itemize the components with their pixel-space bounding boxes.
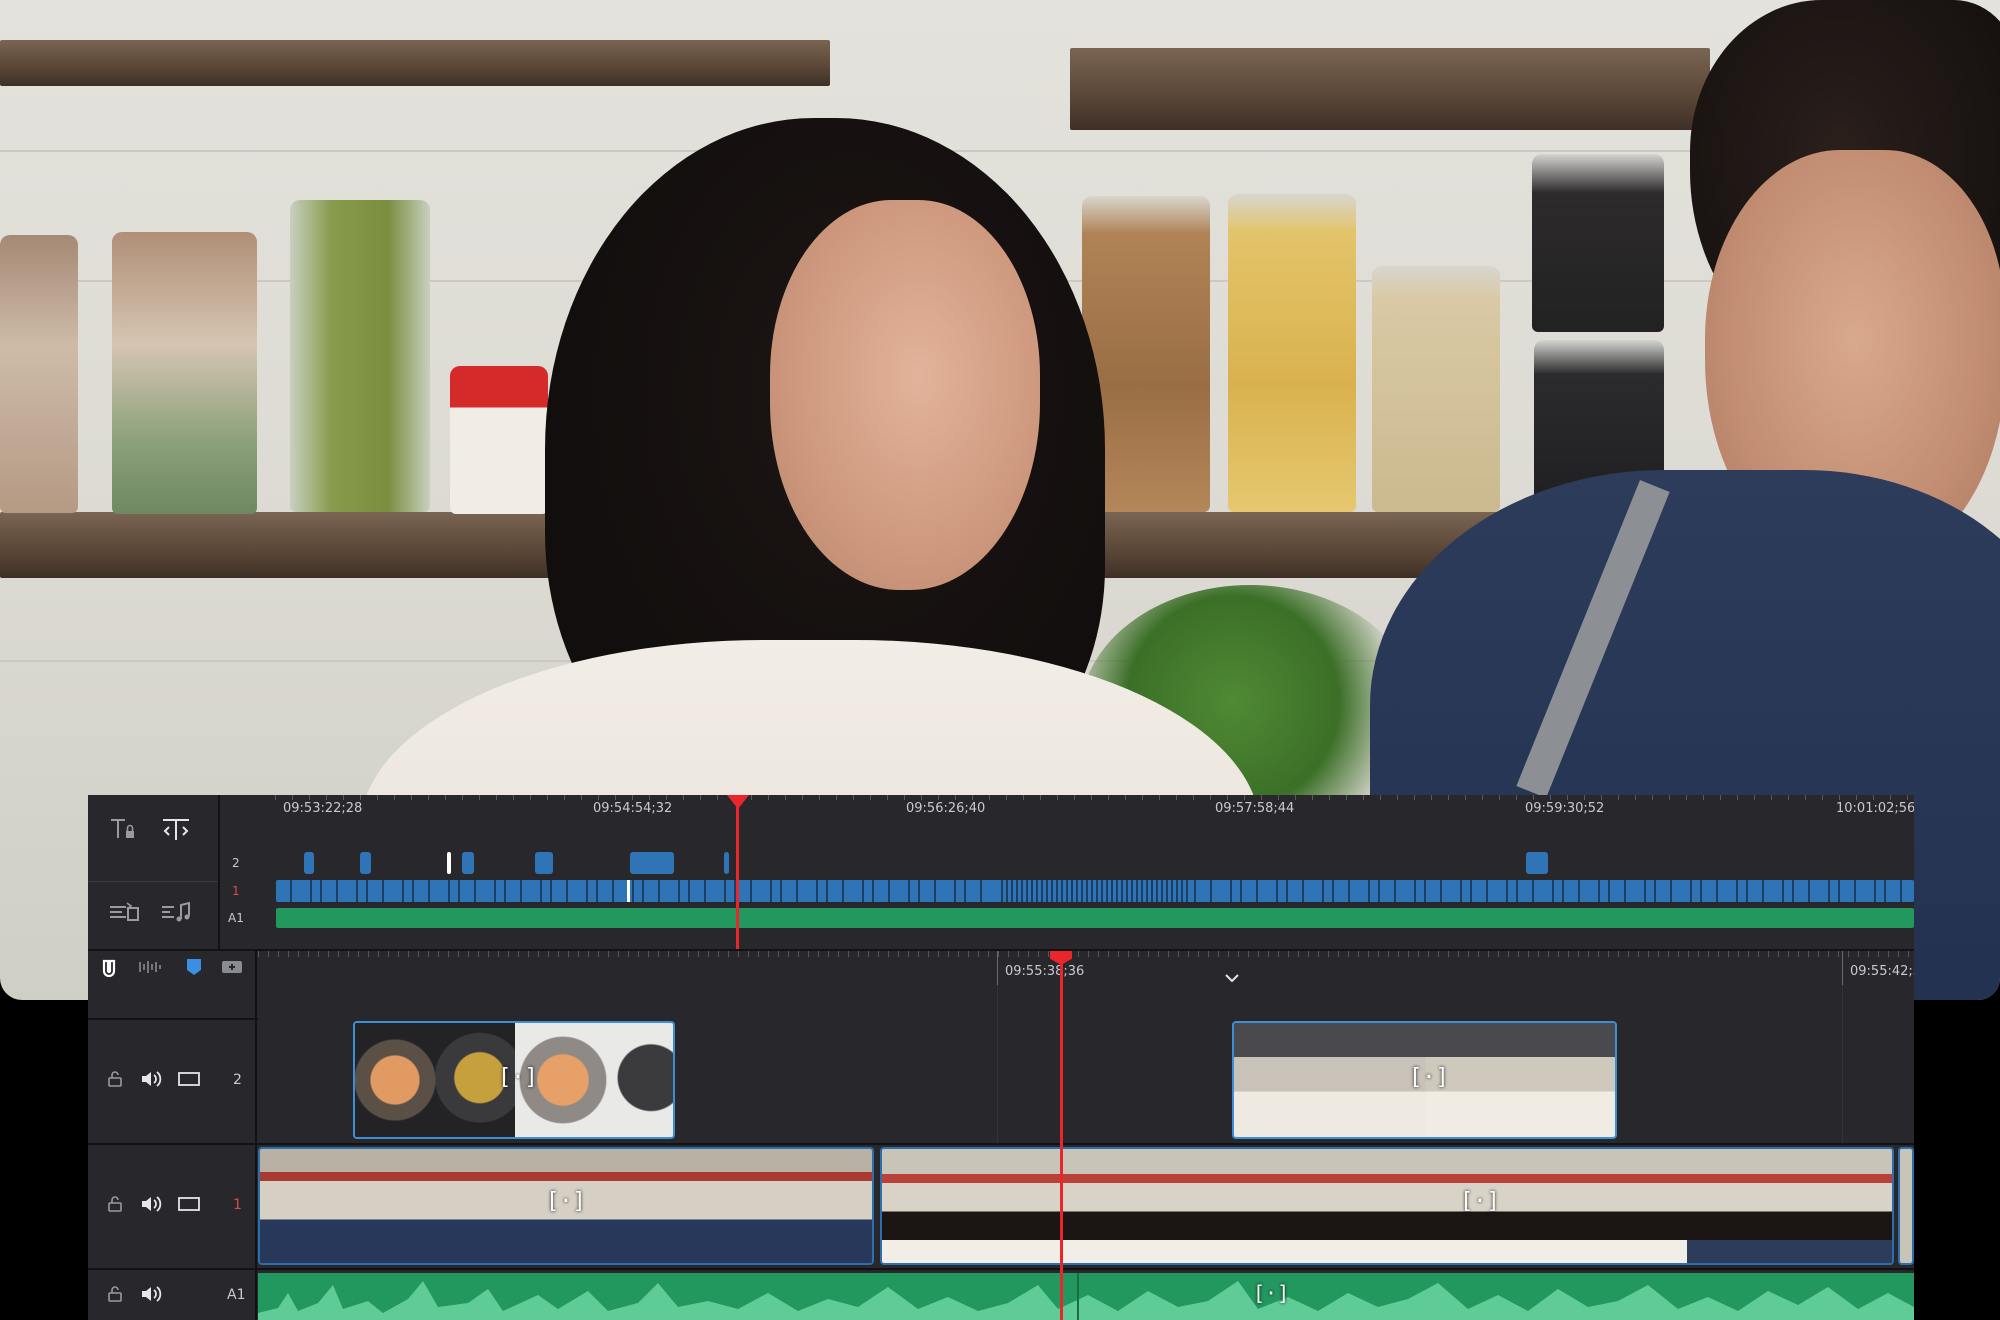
marker-icon[interactable] [182, 955, 206, 979]
insert-track-icon[interactable] [106, 897, 142, 927]
mini-clip-v2[interactable] [447, 852, 451, 874]
mini-track-a1[interactable] [276, 908, 1914, 928]
can [450, 366, 548, 514]
mini-clip-v2[interactable] [630, 852, 674, 874]
clip-thumbnail [515, 1023, 673, 1137]
mini-track-label: 2 [232, 856, 240, 870]
mini-clip-v2[interactable] [304, 852, 314, 874]
audio-clip-a1[interactable]: [·] [258, 1273, 1914, 1320]
mini-ruler-timecode: 09:53:22;28 [283, 801, 363, 816]
ruler-major-tick [997, 951, 998, 985]
mini-clip-v2[interactable] [1526, 852, 1548, 874]
timeline-grid-line [997, 985, 998, 1143]
add-track-icon[interactable] [218, 955, 246, 979]
speaker-icon[interactable] [138, 1067, 164, 1091]
shelf [0, 40, 830, 86]
split-clip-icon[interactable] [158, 815, 194, 845]
clip-thumbnail [510, 1149, 715, 1263]
clip-thumbnail [260, 1149, 510, 1263]
clip-thumbnail [1062, 1149, 1272, 1263]
clip-thumbnail [355, 1023, 515, 1137]
mini-playhead[interactable] [736, 795, 739, 949]
audio-waveform [258, 1281, 1914, 1320]
jar [112, 232, 257, 514]
mini-track-label: 1 [232, 884, 240, 898]
mini-track-v1-marker [627, 880, 630, 902]
mini-clip-v2[interactable] [462, 852, 474, 874]
video-clip-v1[interactable] [1898, 1147, 1914, 1265]
shelf [1070, 48, 1710, 130]
clip-thumbnail [1472, 1149, 1687, 1263]
mini-ruler-timecode: 09:54:54;32 [593, 801, 673, 816]
speaker-icon[interactable] [138, 1282, 164, 1306]
ruler-major-tick [1842, 951, 1843, 985]
jar [290, 200, 430, 512]
snapping-icon[interactable] [96, 955, 122, 979]
clip-thumbnail [1272, 1149, 1472, 1263]
jar [1228, 194, 1356, 512]
video-clip-v1[interactable]: [·] [880, 1147, 1894, 1265]
mini-ruler-timecode: 10:01:02;56 [1836, 801, 1914, 816]
transition-icon[interactable]: [·] [1460, 1189, 1500, 1214]
mini-track-label: A1 [228, 911, 244, 925]
audio-insert-icon[interactable] [158, 897, 194, 927]
main-ruler-timecode: 09:55:38;36 [1005, 964, 1085, 979]
shelf [0, 512, 620, 578]
clip-thumbnail [1687, 1149, 1892, 1263]
playhead[interactable] [1060, 951, 1063, 1320]
clip-thumbnail [1426, 1023, 1615, 1137]
clip-thumbnail [715, 1149, 872, 1263]
audio-scrub-icon[interactable] [136, 955, 164, 979]
timeline-editor: 09:53:22;28 09:54:54;32 09:56:26;40 09:5… [88, 795, 1914, 1320]
audio-clip-edit [1077, 1273, 1079, 1320]
track-label: 1 [233, 1197, 242, 1213]
track-label: 2 [233, 1072, 242, 1088]
clip-thumbnail [1234, 1023, 1426, 1137]
main-timeline-ruler[interactable] [258, 951, 1914, 985]
mini-ruler-timecode: 09:59:30;52 [1525, 801, 1605, 816]
jar [1532, 154, 1664, 332]
lock-icon[interactable] [104, 1283, 126, 1305]
monitor-icon[interactable] [176, 1068, 202, 1090]
mini-ruler-timecode: 09:57:58;44 [1215, 801, 1295, 816]
lock-icon[interactable] [104, 1193, 126, 1215]
transition-icon[interactable]: [·] [546, 1189, 586, 1214]
video-clip-v1[interactable]: [·] [258, 1147, 874, 1265]
clip-thumbnail [882, 1149, 1062, 1263]
mini-clip-v2[interactable] [360, 852, 371, 874]
track-label: A1 [227, 1287, 246, 1303]
jar [0, 235, 78, 513]
chevron-down-icon[interactable] [1222, 970, 1242, 986]
person-left-face [770, 200, 1040, 590]
mini-track-v1-dense [998, 880, 1188, 902]
mini-playhead-handle[interactable] [727, 795, 749, 809]
mini-timeline-ruler[interactable] [275, 795, 1914, 819]
monitor-icon[interactable] [176, 1193, 202, 1215]
video-clip-v2[interactable]: [·] [1232, 1021, 1617, 1139]
blade-lock-icon[interactable] [106, 815, 142, 845]
transition-icon[interactable]: [·] [1253, 1281, 1289, 1305]
timeline-grid-line [1842, 985, 1843, 1143]
mini-clip-v2[interactable] [535, 852, 553, 874]
main-ruler-timecode: 09:55:42;3 [1850, 964, 1914, 979]
mini-clip-v2[interactable] [724, 852, 729, 874]
transition-icon[interactable]: [·] [498, 1065, 538, 1090]
speaker-icon[interactable] [138, 1192, 164, 1216]
jar [1372, 266, 1500, 512]
video-clip-v2[interactable]: [·] [353, 1021, 675, 1139]
lock-icon[interactable] [104, 1068, 126, 1090]
transition-icon[interactable]: [·] [1409, 1065, 1449, 1090]
mini-ruler-timecode: 09:56:26;40 [906, 801, 986, 816]
